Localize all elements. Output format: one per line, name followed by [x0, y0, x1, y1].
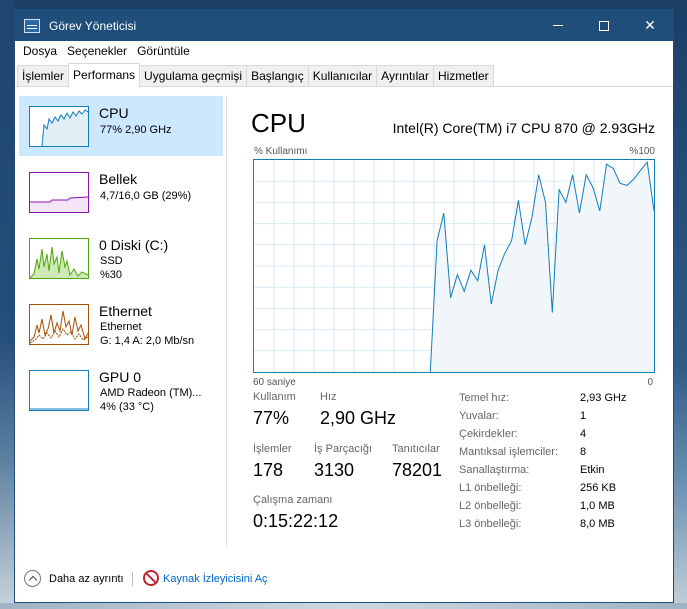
tab-startup[interactable]: Başlangıç — [246, 65, 309, 86]
fewer-details-button[interactable]: Daha az ayrıntı — [49, 573, 124, 585]
l1-cache-value: 256 KB — [580, 482, 617, 494]
close-button[interactable]: ✕ — [627, 10, 673, 41]
cpu-model-name: Intel(R) Core(TM) i7 CPU 870 @ 2.93GHz — [392, 120, 655, 136]
cores-value: 4 — [580, 428, 587, 440]
task-manager-icon — [24, 18, 40, 33]
speed-value: 2,90 GHz — [320, 408, 397, 428]
disk-thumbnail-graph — [29, 238, 89, 279]
speed-label: Hız — [320, 391, 337, 403]
usage-label: Kullanım — [253, 391, 296, 403]
desktop-background-bottom — [0, 603, 687, 609]
cpu-usage-area — [430, 162, 654, 372]
sidebar-gpu-model: AMD Radeon (TM)... — [100, 387, 202, 399]
page-title: CPU — [251, 108, 306, 138]
menu-file[interactable]: Dosya — [18, 44, 62, 58]
threads-value: 3130 — [314, 460, 355, 480]
cpu-thumbnail-graph — [29, 106, 89, 147]
sidebar-memory-name: Bellek — [99, 171, 138, 187]
sidebar-ethernet-adapter: Ethernet — [100, 321, 142, 333]
cpu-usage-chart — [254, 160, 655, 373]
title-bar[interactable]: Görev Yöneticisi ✕ — [15, 10, 673, 41]
sidebar-item-cpu[interactable]: CPU 77% 2,90 GHz — [19, 96, 223, 156]
sidebar-ethernet-name: Ethernet — [99, 303, 152, 319]
menu-bar: Dosya Seçenekler Görüntüle — [15, 41, 673, 61]
chevron-up-icon[interactable] — [24, 570, 41, 587]
tab-users[interactable]: Kullanıcılar — [307, 65, 378, 86]
maximize-icon — [599, 20, 609, 31]
sidebar-item-memory[interactable]: Bellek 4,7/16,0 GB (29%) — [19, 162, 223, 222]
tab-details[interactable]: Ayrıntılar — [376, 65, 434, 86]
graph-usage-label: % Kullanımı — [254, 146, 308, 157]
window-title: Görev Yöneticisi — [49, 18, 137, 33]
graph-max-label: %100 — [629, 146, 655, 157]
sidebar-disk-type: SSD — [100, 255, 123, 267]
handles-label: Tanıtıcılar — [392, 443, 440, 455]
tab-performance[interactable]: Performans — [68, 63, 141, 87]
maximize-button[interactable] — [581, 10, 627, 41]
graph-time-label: 60 saniye — [253, 377, 296, 388]
processes-label: İşlemler — [253, 443, 292, 455]
sidebar-cpu-detail: 77% 2,90 GHz — [100, 124, 172, 136]
desktop-background-left — [0, 0, 14, 609]
close-icon: ✕ — [644, 17, 656, 33]
menu-view[interactable]: Görüntüle — [132, 44, 195, 58]
tab-app-history[interactable]: Uygulama geçmişi — [139, 65, 248, 86]
graph-zero-label: 0 — [647, 377, 653, 388]
sidebar-disk-name: 0 Diski (C:) — [99, 237, 169, 253]
l3-cache-label: L3 önbelleği: — [459, 518, 522, 530]
virtualization-label: Sanallaştırma: — [459, 464, 530, 476]
resource-sidebar: CPU 77% 2,90 GHz Bellek 4,7/16,0 GB (29%… — [15, 96, 227, 546]
processes-value: 178 — [253, 460, 284, 480]
l3-cache-value: 8,0 MB — [580, 518, 615, 530]
sidebar-ethernet-throughput: G: 1,4 A: 2,0 Mb/sn — [100, 335, 195, 347]
cpu-detail-panel: CPU Intel(R) Core(TM) i7 CPU 870 @ 2.93G… — [247, 88, 657, 548]
minimize-button[interactable] — [535, 10, 581, 41]
virtualization-value: Etkin — [580, 464, 605, 476]
tab-strip: İşlemler Performans Uygulama geçmişi Baş… — [15, 61, 673, 87]
ethernet-thumbnail-graph — [29, 304, 89, 345]
logical-processors-label: Mantıksal işlemciler: — [459, 446, 559, 458]
minimize-icon — [553, 25, 563, 26]
sockets-value: 1 — [580, 410, 587, 422]
memory-thumbnail-graph — [29, 172, 89, 213]
l1-cache-label: L1 önbelleği: — [459, 482, 522, 494]
desktop-background-right — [673, 0, 687, 609]
base-speed-label: Temel hız: — [459, 392, 510, 404]
menu-options[interactable]: Seçenekler — [62, 44, 132, 58]
tab-services[interactable]: Hizmetler — [432, 65, 494, 86]
performance-content: CPU 77% 2,90 GHz Bellek 4,7/16,0 GB (29%… — [15, 88, 673, 548]
sidebar-disk-usage: %30 — [100, 269, 123, 281]
handles-value: 78201 — [392, 460, 443, 480]
resource-monitor-icon — [143, 570, 159, 586]
sidebar-gpu-name: GPU 0 — [99, 369, 142, 385]
logical-processors-value: 8 — [580, 446, 587, 458]
sidebar-gpu-usage: 4% (33 °C) — [100, 401, 154, 413]
sidebar-item-ethernet[interactable]: Ethernet Ethernet G: 1,4 A: 2,0 Mb/sn — [19, 294, 223, 354]
footer-bar: Daha az ayrıntı Kaynak İzleyicisini Aç — [15, 566, 673, 592]
usage-value: 77% — [253, 408, 290, 428]
uptime-value: 0:15:22:12 — [253, 511, 339, 531]
footer-divider — [132, 572, 133, 586]
cores-label: Çekirdekler: — [459, 428, 518, 440]
tab-processes[interactable]: İşlemler — [17, 65, 70, 86]
sidebar-cpu-name: CPU — [99, 105, 129, 121]
base-speed-value: 2,93 GHz — [580, 392, 627, 404]
sidebar-item-gpu[interactable]: GPU 0 AMD Radeon (TM)... 4% (33 °C) — [19, 360, 223, 420]
sidebar-memory-detail: 4,7/16,0 GB (29%) — [100, 190, 192, 202]
l2-cache-value: 1,0 MB — [580, 500, 615, 512]
l2-cache-label: L2 önbelleği: — [459, 500, 522, 512]
threads-label: İş Parçacığı — [314, 443, 373, 455]
task-manager-window: Görev Yöneticisi ✕ Dosya Seçenekler Görü… — [14, 9, 674, 603]
sockets-label: Yuvalar: — [459, 410, 499, 422]
cpu-usage-graph — [253, 159, 655, 373]
gpu-thumbnail-graph — [29, 370, 89, 411]
open-resource-monitor-link[interactable]: Kaynak İzleyicisini Aç — [163, 573, 268, 585]
sidebar-item-disk[interactable]: 0 Diski (C:) SSD %30 — [19, 228, 223, 288]
uptime-label: Çalışma zamanı — [253, 494, 333, 506]
